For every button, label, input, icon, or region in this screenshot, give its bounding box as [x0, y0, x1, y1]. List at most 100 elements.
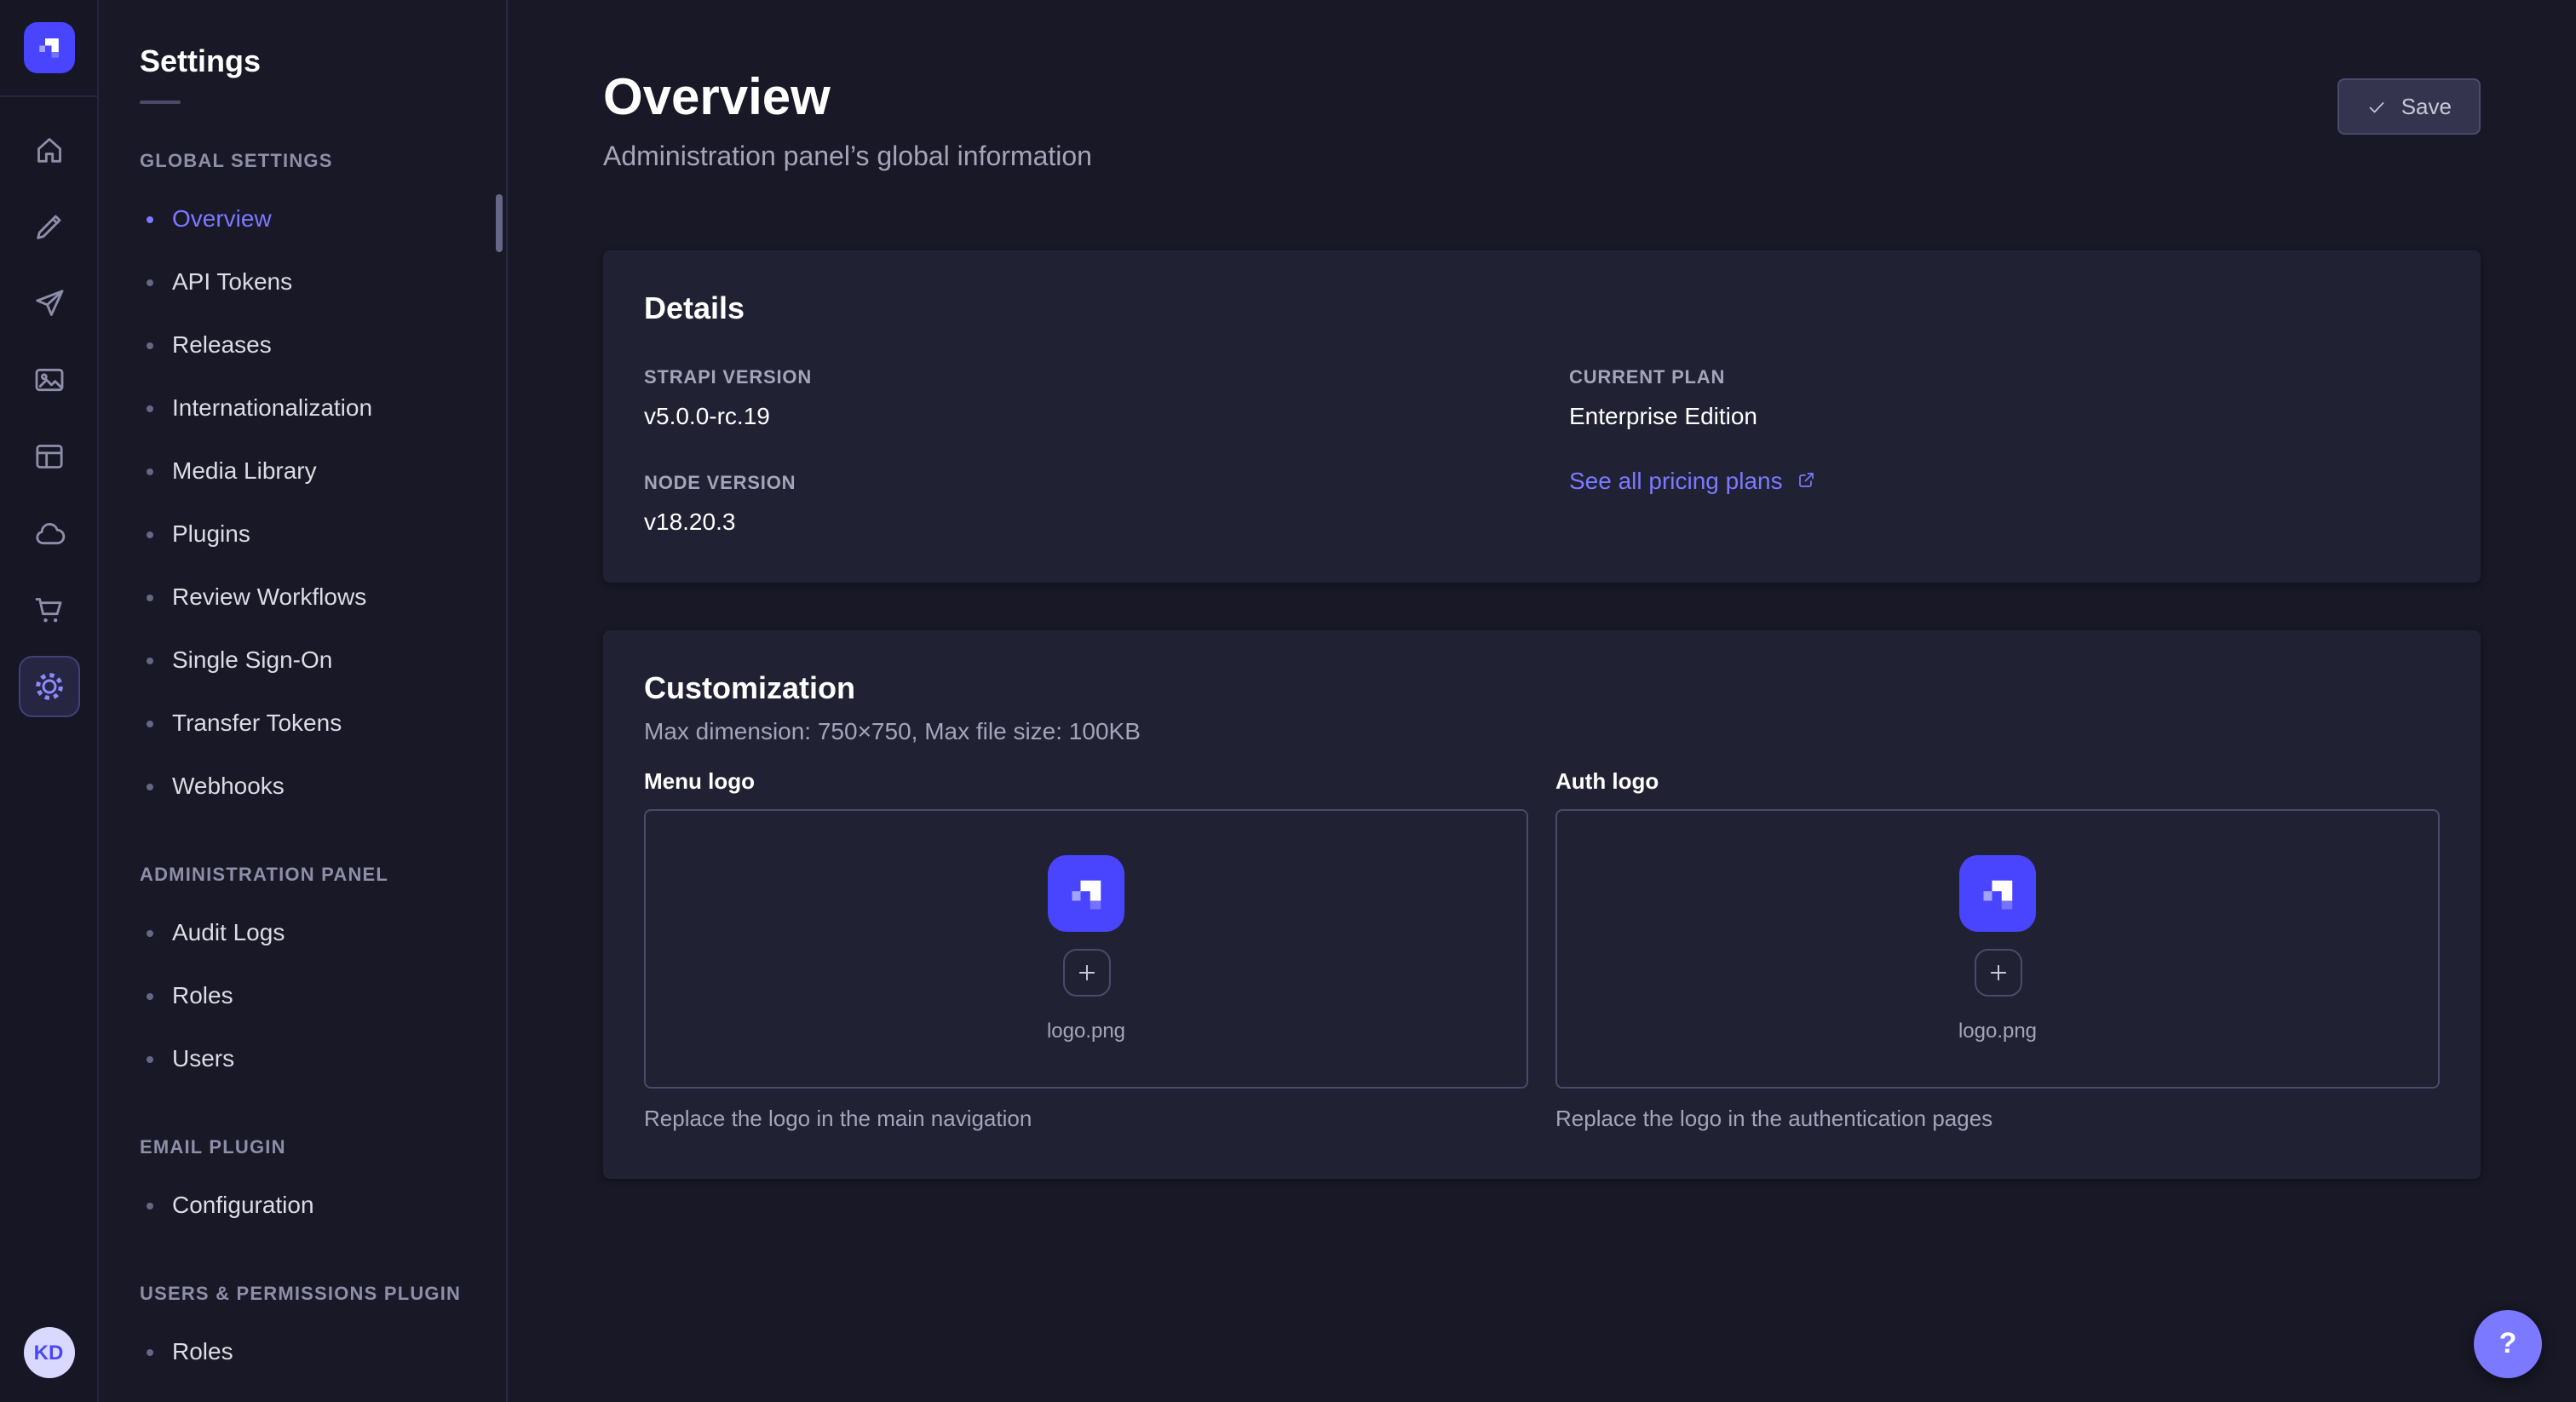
menu-logo-filename: logo.png	[1047, 1019, 1125, 1043]
strapi-version-field: STRAPI VERSION v5.0.0-rc.19	[644, 368, 1515, 429]
strapi-logo[interactable]	[23, 22, 74, 73]
auth-logo-preview	[1959, 855, 2036, 932]
sidebar-item-label: Users	[172, 1044, 234, 1073]
sidebar-item-label: Configuration	[172, 1191, 314, 1220]
nav-rail: KD	[0, 0, 99, 1402]
sidebar-item-label: Single Sign-On	[172, 646, 332, 675]
check-icon	[2367, 96, 2388, 117]
plus-icon	[1074, 961, 1098, 985]
sidebar-item-webhooks[interactable]: Webhooks	[99, 755, 506, 818]
sidebar-item-label: Plugins	[172, 520, 250, 549]
section-heading: USERS & PERMISSIONS PLUGIN	[99, 1284, 506, 1307]
details-card-title: Details	[644, 291, 2440, 327]
settings-sidebar: Settings GLOBAL SETTINGS Overview API To…	[99, 0, 508, 1402]
bullet-icon	[147, 657, 153, 664]
bullet-icon	[147, 929, 153, 936]
bullet-icon	[147, 531, 153, 537]
save-button[interactable]: Save	[2338, 78, 2481, 135]
section-administration-panel: ADMINISTRATION PANEL Audit Logs Roles Us…	[99, 865, 506, 1090]
sidebar-item-single-sign-on[interactable]: Single Sign-On	[99, 629, 506, 692]
sidebar-item-label: Releases	[172, 330, 272, 359]
sidebar-scrollbar[interactable]	[496, 194, 503, 252]
avatar[interactable]: KD	[23, 1327, 74, 1378]
cloud-icon	[32, 516, 66, 550]
menu-logo-dropzone[interactable]: logo.png	[644, 809, 1528, 1089]
sidebar-item-label: Roles	[172, 981, 233, 1010]
page-subtitle: Administration panel’s global informatio…	[603, 143, 1092, 174]
rail-marketplace-button[interactable]	[18, 579, 79, 641]
field-value: v5.0.0-rc.19	[644, 402, 1515, 429]
bullet-icon	[147, 468, 153, 474]
bullet-icon	[147, 1202, 153, 1209]
rail-home-button[interactable]	[18, 119, 79, 181]
field-label: CURRENT PLAN	[1569, 368, 2440, 390]
layout-icon	[32, 440, 66, 474]
sidebar-title: Settings	[140, 44, 506, 80]
sidebar-item-label: Media Library	[172, 457, 317, 486]
sidebar-item-admin-users[interactable]: Users	[99, 1027, 506, 1090]
page-title: Overview	[603, 68, 1092, 129]
sidebar-item-review-workflows[interactable]: Review Workflows	[99, 566, 506, 629]
bullet-icon	[147, 720, 153, 727]
bullet-icon	[147, 405, 153, 411]
menu-logo-uploader: Menu logo	[644, 768, 1528, 1131]
auth-logo-dropzone[interactable]: logo.png	[1555, 809, 2440, 1089]
upload-label: Auth logo	[1555, 768, 2440, 796]
sidebar-item-label: Webhooks	[172, 772, 285, 801]
save-button-label: Save	[2401, 94, 2452, 119]
strapi-logo-icon	[1061, 868, 1112, 919]
rail-cloud-button[interactable]	[18, 503, 79, 564]
section-email-plugin: EMAIL PLUGIN Configuration	[99, 1138, 506, 1237]
sidebar-item-overview[interactable]: Overview	[99, 187, 506, 250]
sidebar-item-transfer-tokens[interactable]: Transfer Tokens	[99, 692, 506, 755]
strapi-logo-icon	[1972, 868, 2023, 919]
bullet-icon	[147, 594, 153, 600]
rail-releases-button[interactable]	[18, 273, 79, 334]
sidebar-item-audit-logs[interactable]: Audit Logs	[99, 901, 506, 964]
rail-media-library-button[interactable]	[18, 349, 79, 411]
auth-logo-add-button[interactable]	[1974, 949, 2021, 997]
sidebar-item-api-tokens[interactable]: API Tokens	[99, 250, 506, 313]
page-header: Overview Administration panel’s global i…	[508, 0, 2576, 174]
main-content: Overview Administration panel’s global i…	[508, 0, 2576, 1402]
bullet-icon	[147, 215, 153, 222]
field-label: NODE VERSION	[644, 474, 1515, 496]
sidebar-item-label: Review Workflows	[172, 583, 366, 612]
help-button[interactable]: ?	[2474, 1310, 2542, 1378]
customization-card: Customization Max dimension: 750×750, Ma…	[603, 630, 2481, 1179]
sidebar-item-up-roles[interactable]: Roles	[99, 1320, 506, 1383]
customization-card-subtitle: Max dimension: 750×750, Max file size: 1…	[644, 717, 2440, 744]
menu-logo-add-button[interactable]	[1062, 949, 1110, 997]
bullet-icon	[147, 1348, 153, 1355]
media-library-icon	[32, 363, 66, 397]
sidebar-item-label: Audit Logs	[172, 918, 285, 947]
upload-label: Menu logo	[644, 768, 1528, 796]
bullet-icon	[147, 992, 153, 999]
sidebar-item-up-providers[interactable]: Providers	[99, 1383, 506, 1402]
bullet-icon	[147, 783, 153, 790]
rail-content-type-builder-button[interactable]	[18, 426, 79, 487]
rail-settings-button[interactable]	[18, 656, 79, 717]
field-value: v18.20.3	[644, 508, 1515, 535]
sidebar-item-email-configuration[interactable]: Configuration	[99, 1174, 506, 1237]
sidebar-divider	[140, 101, 181, 104]
rail-content-button[interactable]	[18, 196, 79, 257]
sidebar-item-label: API Tokens	[172, 267, 292, 296]
auth-logo-uploader: Auth logo	[1555, 768, 2440, 1131]
sidebar-item-plugins[interactable]: Plugins	[99, 503, 506, 566]
pricing-plans-link[interactable]: See all pricing plans	[1569, 467, 2440, 494]
menu-logo-helper: Replace the logo in the main navigation	[644, 1106, 1528, 1131]
sidebar-item-media-library[interactable]: Media Library	[99, 440, 506, 503]
auth-logo-helper: Replace the logo in the authentication p…	[1555, 1106, 2440, 1131]
field-label: STRAPI VERSION	[644, 368, 1515, 390]
cart-icon	[32, 593, 66, 627]
auth-logo-filename: logo.png	[1958, 1019, 2037, 1043]
gear-icon	[32, 669, 66, 704]
external-link-icon	[1797, 470, 1817, 491]
app: KD Settings GLOBAL SETTINGS Overview API…	[0, 0, 2576, 1402]
sidebar-item-admin-roles[interactable]: Roles	[99, 964, 506, 1027]
strapi-logo-icon	[32, 31, 66, 65]
sidebar-item-internationalization[interactable]: Internationalization	[99, 376, 506, 440]
sidebar-item-releases[interactable]: Releases	[99, 313, 506, 376]
field-value: Enterprise Edition	[1569, 402, 2440, 429]
